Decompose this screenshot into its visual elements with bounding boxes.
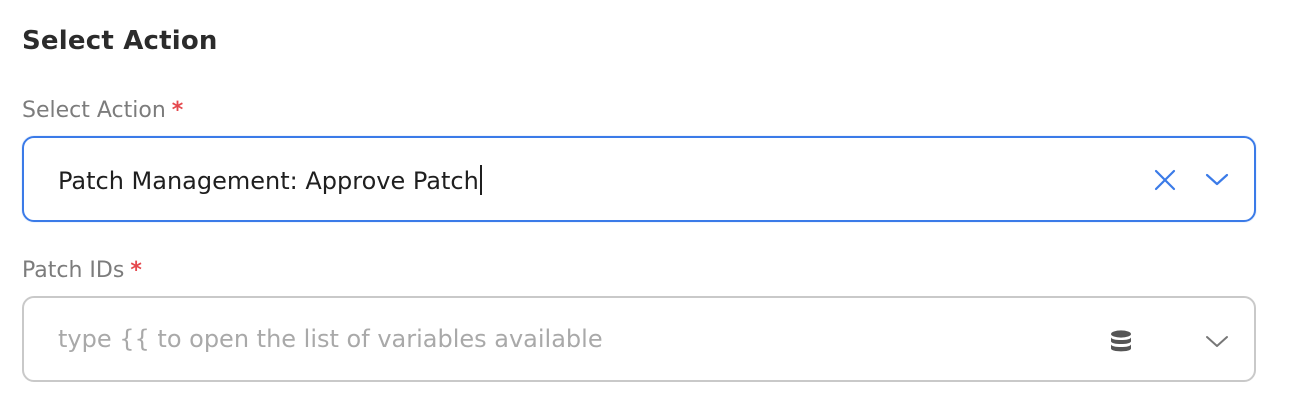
select-action-label: Select Action * [22, 98, 183, 123]
patch-ids-field[interactable]: type {{ to open the list of variables av… [22, 296, 1256, 382]
section-title: Select Action [22, 26, 218, 56]
required-asterisk: * [171, 98, 184, 123]
patch-ids-dropdown-button[interactable] [1200, 325, 1234, 359]
patch-ids-label: Patch IDs * [22, 258, 142, 283]
select-action-value: Patch Management: Approve Patch [58, 167, 479, 195]
chevron-down-icon [1206, 336, 1228, 347]
select-action-dropdown[interactable]: Patch Management: Approve Patch [22, 136, 1256, 222]
patch-ids-placeholder[interactable]: type {{ to open the list of variables av… [58, 325, 603, 353]
database-icon [1111, 330, 1131, 352]
select-action-input[interactable]: Patch Management: Approve Patch [58, 165, 482, 195]
dropdown-toggle-button[interactable] [1200, 163, 1234, 197]
select-action-label-text: Select Action [22, 98, 166, 123]
variables-button[interactable] [1104, 325, 1138, 359]
chevron-down-icon [1205, 173, 1229, 186]
patch-ids-label-text: Patch IDs [22, 258, 125, 283]
required-asterisk: * [130, 258, 142, 283]
close-icon [1154, 169, 1176, 191]
clear-button[interactable] [1148, 163, 1182, 197]
select-action-panel: Select Action Select Action * Patch Manag… [0, 0, 1290, 416]
text-caret [479, 165, 482, 195]
